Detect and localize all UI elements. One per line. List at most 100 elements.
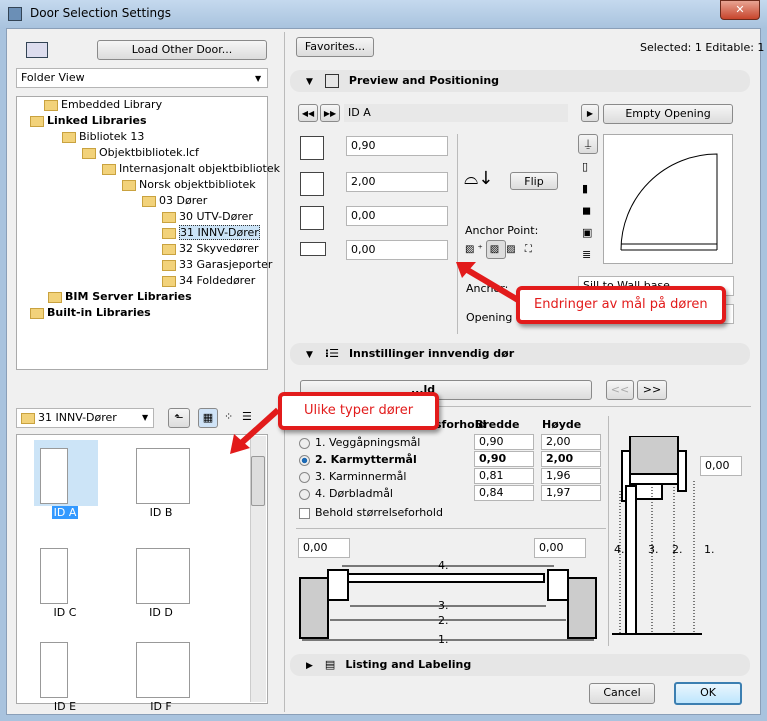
dimension-radio[interactable]: 4. Dørbladmål <box>299 487 393 500</box>
chevron-down-icon: ▼ <box>142 413 149 422</box>
door-item-label: ID D <box>149 606 173 619</box>
tree-item[interactable]: BIM Server Libraries <box>48 290 192 304</box>
tree-item[interactable]: 34 Foldedører <box>162 274 255 288</box>
tree-item[interactable]: Linked Libraries <box>30 114 147 128</box>
folder-up-button[interactable]: ⬑ <box>168 408 190 428</box>
height-field[interactable]: 2,00 <box>346 172 448 192</box>
favorites-button[interactable]: Favorites... <box>296 37 374 57</box>
next-object-button[interactable]: ▶▶ <box>320 104 340 122</box>
expand-button[interactable]: ▶ <box>581 104 599 122</box>
list-view-icon[interactable]: ≣ <box>582 248 591 261</box>
tree-item[interactable]: Internasjonalt objektbibliotek <box>102 162 280 176</box>
scrollbar-thumb[interactable] <box>251 456 265 506</box>
plan-view-icon[interactable]: ⍊ <box>578 134 598 154</box>
door-icon <box>324 74 339 88</box>
tree-item[interactable]: Norsk objektbibliotek <box>122 178 256 192</box>
view-mode-icon[interactable] <box>26 42 48 58</box>
folder-icon <box>21 412 35 424</box>
close-button[interactable]: ✕ <box>720 0 760 20</box>
radio-button[interactable] <box>299 437 310 449</box>
view-select[interactable]: Folder View <box>16 68 268 88</box>
dimension-radio[interactable]: 2. Karmyttermål <box>299 453 417 466</box>
tree-item-label: Embedded Library <box>61 98 163 111</box>
height-icon <box>300 172 324 196</box>
preview-canvas <box>603 134 733 264</box>
dim-label: 1. <box>704 543 715 556</box>
tree-item[interactable]: 32 Skyvedører <box>162 242 259 256</box>
section-title: Innstillinger innvendig dør <box>348 347 515 360</box>
flip-button[interactable]: Flip <box>510 172 558 190</box>
door-thumbnail <box>40 636 68 698</box>
callout-dimensions: Endringer av mål på døren <box>516 286 726 324</box>
tree-item-label: 30 UTV-Dører <box>179 210 253 223</box>
cancel-button[interactable]: Cancel <box>589 683 655 704</box>
load-other-door-button[interactable]: Load Other Door... <box>97 40 267 60</box>
next-page-button[interactable]: >> <box>637 380 667 400</box>
tree-item[interactable]: Objektbibliotek.lcf <box>82 146 199 160</box>
tree-item[interactable]: 33 Garasjeporter <box>162 258 272 272</box>
preview-section-header[interactable]: ▼ Preview and Positioning <box>290 70 750 92</box>
tree-item-label: Norsk objektbibliotek <box>139 178 256 191</box>
dimension-radio[interactable]: 1. Veggåpningsmål <box>299 436 420 449</box>
folder-icon <box>162 275 176 287</box>
dimension-radio[interactable]: 3. Karminnermål <box>299 470 406 483</box>
tree-item[interactable]: 31 INNV-Dører <box>162 225 260 240</box>
large-icons-button[interactable]: ▦ <box>198 408 218 428</box>
anchor-point-options[interactable]: ▨⁺ ▨ ▨ ⛶ <box>465 240 535 259</box>
3d-view-icon[interactable]: ◼ <box>582 204 591 217</box>
tree-item-label: Built-in Libraries <box>47 306 151 319</box>
width-field[interactable]: 0,90 <box>346 136 448 156</box>
radio-button[interactable] <box>299 471 310 483</box>
dim-label: 3. <box>438 599 449 612</box>
radio-button[interactable] <box>299 488 310 500</box>
tree-item[interactable]: 30 UTV-Dører <box>162 210 253 224</box>
tree-item[interactable]: 03 Dører <box>142 194 207 208</box>
divider <box>608 416 609 646</box>
arrow-icon <box>456 262 520 303</box>
tree-item[interactable]: Bibliotek 13 <box>62 130 144 144</box>
height-input[interactable]: 1,97 <box>541 485 601 501</box>
door-item-label: ID B <box>149 506 173 519</box>
side-view-icon[interactable]: ▮ <box>582 182 588 195</box>
tree-item-label: Internasjonalt objektbibliotek <box>119 162 280 175</box>
width-input[interactable]: 0,90 <box>474 451 534 467</box>
right-value-field[interactable]: 0,00 <box>534 538 586 558</box>
folder-icon <box>82 147 96 159</box>
dim-label: 4. <box>614 543 625 556</box>
radio-button[interactable] <box>299 454 310 466</box>
tree-item[interactable]: Embedded Library <box>44 98 162 112</box>
prev-page-button[interactable]: << <box>606 380 634 400</box>
dim-label: 2. <box>672 543 683 556</box>
tree-item-label: Objektbibliotek.lcf <box>99 146 199 159</box>
sill-field[interactable]: 0,00 <box>346 206 448 226</box>
folder-select[interactable]: 31 INNV-Dører <box>16 408 154 428</box>
folder-icon <box>30 307 44 319</box>
keep-ratio-label: Behold størrelseforhold <box>315 506 443 519</box>
prev-object-button[interactable]: ◀◀ <box>298 104 318 122</box>
tree-item-label: 32 Skyvedører <box>179 242 259 255</box>
folder-icon <box>162 227 176 239</box>
listing-section-header[interactable]: ▶ ▤ Listing and Labeling <box>290 654 750 676</box>
settings-section-header[interactable]: ▼ ⁝☰ Innstillinger innvendig dør <box>290 343 750 365</box>
offset-field[interactable]: 0,00 <box>346 240 448 260</box>
dimension-label: 4. Dørbladmål <box>315 487 393 500</box>
offset-icon <box>300 242 326 256</box>
elevation-view-icon[interactable]: ▯ <box>582 160 588 173</box>
width-input[interactable]: 0,90 <box>474 434 534 450</box>
side-value-field[interactable]: 0,00 <box>700 456 742 476</box>
ok-button[interactable]: OK <box>674 682 742 705</box>
selection-info: Selected: 1 Editable: 1 <box>640 41 765 54</box>
object-name: ID A <box>344 104 568 122</box>
height-input[interactable]: 2,00 <box>541 434 601 450</box>
width-input[interactable]: 0,84 <box>474 485 534 501</box>
door-item-label: ID C <box>53 606 77 619</box>
width-input[interactable]: 0,81 <box>474 468 534 484</box>
tree-item[interactable]: Built-in Libraries <box>30 306 151 320</box>
keep-ratio-checkbox[interactable]: Behold størrelseforhold <box>299 506 443 519</box>
empty-opening-button[interactable]: Empty Opening <box>603 104 733 124</box>
dim-label: 4. <box>438 559 449 572</box>
height-input[interactable]: 1,96 <box>541 468 601 484</box>
height-input[interactable]: 2,00 <box>541 451 601 467</box>
section-view-icon[interactable]: ▣ <box>582 226 592 239</box>
left-value-field[interactable]: 0,00 <box>298 538 350 558</box>
